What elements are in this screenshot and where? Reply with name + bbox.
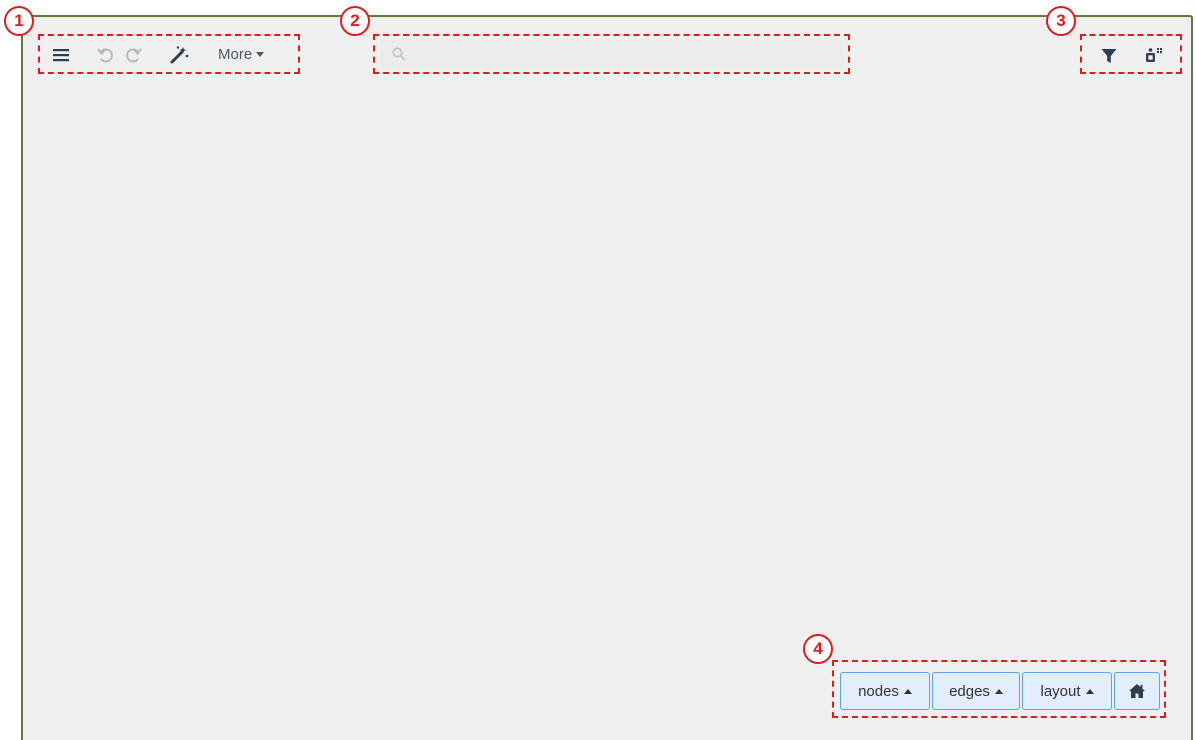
search-icon	[392, 47, 406, 61]
home-button[interactable]	[1114, 672, 1160, 710]
caret-up-icon	[1085, 688, 1094, 694]
nodes-label: nodes	[858, 682, 899, 700]
undo-icon	[97, 48, 113, 63]
caret-down-icon	[256, 52, 265, 57]
node-grid-button[interactable]	[1142, 43, 1166, 67]
redo-button[interactable]	[122, 45, 144, 65]
caret-up-icon	[994, 688, 1003, 694]
magic-wand-icon	[170, 46, 189, 64]
annotation-box-right-tools	[1080, 34, 1182, 74]
search-input[interactable]	[412, 42, 836, 68]
more-label: More	[218, 46, 253, 63]
callout-1: 1	[4, 6, 34, 36]
callout-2: 2	[340, 6, 370, 36]
redo-icon	[126, 48, 142, 63]
more-dropdown[interactable]: More	[218, 46, 265, 63]
home-icon	[1129, 684, 1145, 698]
layout-button[interactable]: layout	[1022, 672, 1112, 710]
node-grid-icon	[1146, 48, 1162, 62]
layout-label: layout	[1040, 682, 1081, 700]
undo-button[interactable]	[95, 45, 117, 65]
search-box[interactable]	[380, 39, 843, 69]
menu-icon	[53, 49, 69, 62]
graph-canvas[interactable]	[21, 15, 1193, 740]
edges-label: edges	[949, 682, 990, 700]
filter-icon	[1101, 49, 1117, 63]
caret-up-icon	[903, 688, 912, 694]
menu-button[interactable]	[50, 45, 72, 65]
callout-4: 4	[803, 634, 833, 664]
nodes-button[interactable]: nodes	[840, 672, 930, 710]
edges-button[interactable]: edges	[932, 672, 1020, 710]
filter-button[interactable]	[1097, 44, 1121, 68]
magic-wand-button[interactable]	[167, 44, 191, 66]
callout-3: 3	[1046, 6, 1076, 36]
bottom-button-group: nodes edges layout	[840, 672, 1160, 710]
